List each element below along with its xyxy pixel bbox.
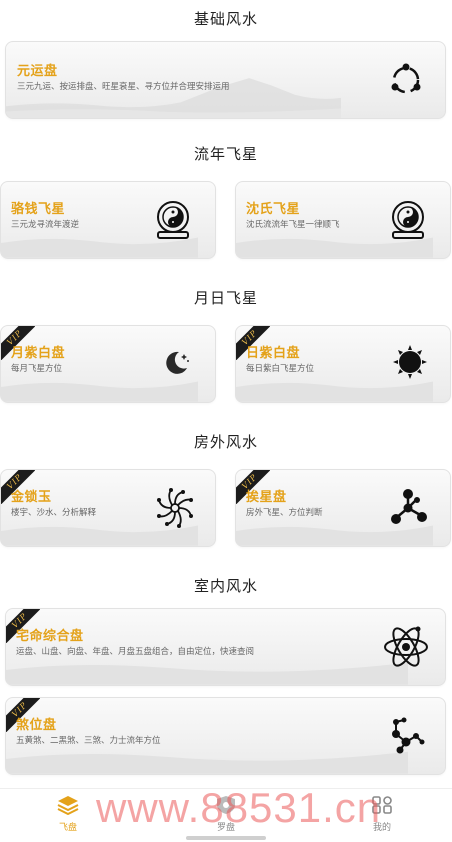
spiral-network-icon (157, 488, 193, 528)
card-zhaiming[interactable]: VIP 宅命综合盘 运盘、山盘、向盘、年盘、月盘五盘组合，自由定位，快速查阅 (5, 608, 446, 686)
card-huanxing[interactable]: VIP 挨星盘 房外飞星、方位判断 (235, 469, 451, 547)
card-title: 日紫白盘 (246, 346, 301, 361)
section-title-basic: 基础风水 (193, 10, 258, 28)
tab-label: 飞盘 (58, 823, 77, 833)
section-title-indoor: 室内风水 (193, 577, 258, 595)
card-jinsuoyu[interactable]: VIP 金锁玉 楼宇、沙水、分析解释 (0, 469, 216, 547)
atom-icon (384, 626, 428, 667)
yinyang-compass-icon (157, 201, 189, 239)
card-yuanyun[interactable]: 元运盘 三元九运、按运排盘、旺星衰星、寻方位并合理安排运用 (5, 41, 446, 119)
card-desc: 五黄煞、二黑煞、三煞、力士流年方位 (16, 736, 161, 746)
card-desc: 每日紫白飞星方位 (246, 364, 315, 374)
card-title: 沈氏飞星 (246, 202, 301, 217)
card-luoqian[interactable]: 骆钱飞星 三元龙寻流年渡逆 (0, 181, 216, 259)
layers-icon (57, 796, 79, 816)
card-shawei[interactable]: VIP 煞位盘 五黄煞、二黑煞、三煞、力士流年方位 (5, 697, 446, 775)
section-title-daily: 月日飞星 (193, 289, 258, 307)
card-title: 骆钱飞星 (11, 202, 66, 217)
card-desc: 每月飞星方位 (11, 364, 63, 374)
section-title-outdoor: 房外风水 (193, 433, 258, 451)
section-title-flying: 流年飞星 (193, 145, 258, 163)
card-desc: 房外飞星、方位判断 (246, 508, 323, 518)
yinyang-compass-icon (392, 201, 424, 239)
home-indicator (186, 836, 266, 840)
card-desc: 三元龙寻流年渡逆 (11, 220, 80, 230)
molecule-icon (391, 489, 427, 524)
card-title: 月紫白盘 (11, 346, 66, 361)
tab-feipan[interactable]: 飞盘 (38, 795, 98, 833)
card-desc: 三元九运、按运排盘、旺星衰星、寻方位并合理安排运用 (17, 82, 230, 92)
card-title: 宅命综合盘 (16, 629, 84, 644)
watermark: www.88531.cn (96, 784, 382, 831)
card-desc: 沈氏流流年飞星一律顺飞 (246, 220, 340, 230)
cluster-icon (392, 717, 425, 754)
card-shenshi[interactable]: 沈氏飞星 沈氏流流年飞星一律顺飞 (235, 181, 451, 259)
cycle-icon (391, 63, 421, 94)
moon-icon (166, 351, 189, 374)
sun-icon (393, 345, 427, 379)
card-title: 煞位盘 (16, 718, 57, 733)
card-title: 金锁玉 (11, 490, 52, 505)
card-desc: 楼宇、沙水、分析解释 (11, 508, 97, 518)
card-desc: 运盘、山盘、向盘、年盘、月盘五盘组合，自由定位，快速查阅 (16, 647, 255, 657)
card-title: 挨星盘 (246, 490, 287, 505)
card-rizi[interactable]: VIP 日紫白盘 每日紫白飞星方位 (235, 325, 451, 403)
card-title: 元运盘 (17, 64, 58, 79)
card-yuezi[interactable]: VIP 月紫白盘 每月飞星方位 (0, 325, 216, 403)
